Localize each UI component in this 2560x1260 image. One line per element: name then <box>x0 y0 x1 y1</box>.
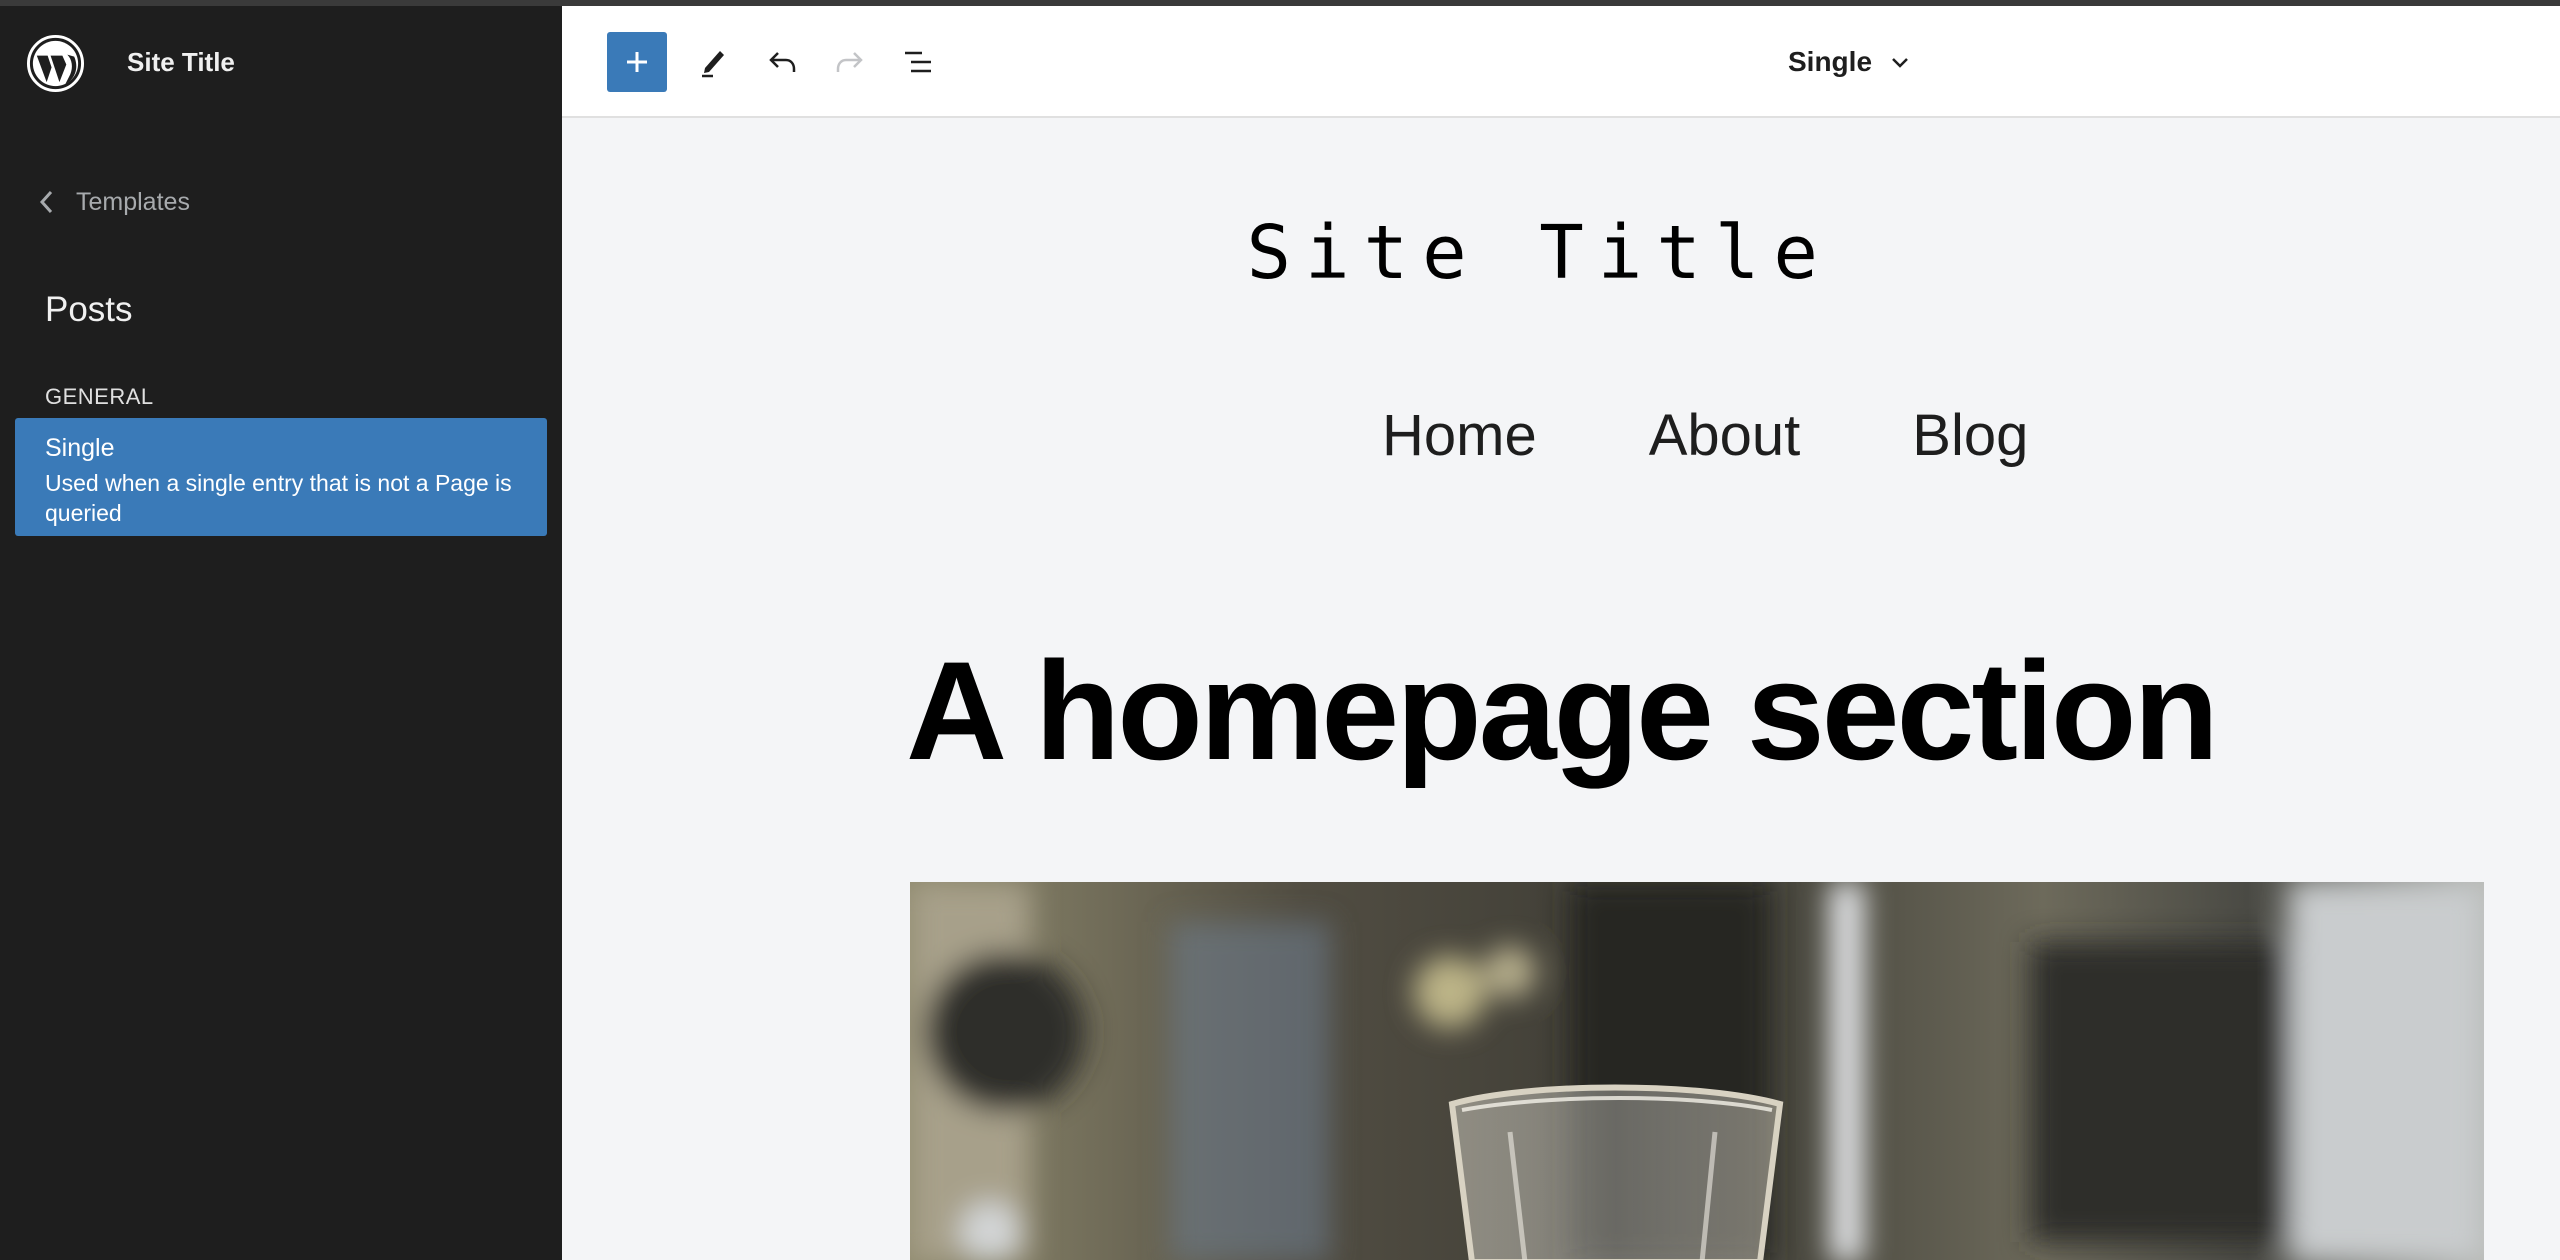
document-title-dropdown[interactable]: Single <box>1788 42 1914 82</box>
site-hub: Site Title <box>0 6 562 118</box>
canvas-site-title[interactable]: Site Title <box>562 210 1832 296</box>
template-item-single[interactable]: Single Used when a single entry that is … <box>15 418 547 536</box>
undo-icon <box>769 52 796 72</box>
hero-photo-glass <box>910 882 2484 1260</box>
plus-icon <box>627 52 647 72</box>
add-block-button[interactable] <box>607 32 667 92</box>
template-item-title: Single <box>45 434 115 462</box>
list-view-icon <box>905 51 931 73</box>
navigation-block[interactable]: Home About Blog <box>1382 402 2028 469</box>
site-title[interactable]: Site Title <box>127 47 235 78</box>
editor-area: Single Site Title Home About Blog A home… <box>562 6 2560 1260</box>
pencil-icon <box>702 51 724 78</box>
nav-item-home[interactable]: Home <box>1382 402 1537 469</box>
redo-icon <box>836 52 863 72</box>
hero-image[interactable] <box>910 882 2484 1260</box>
headline-block[interactable]: A homepage section <box>906 630 2219 792</box>
document-title: Single <box>1788 46 1873 77</box>
editor-canvas[interactable]: Site Title Home About Blog A homepage se… <box>562 120 2560 1260</box>
wordpress-logo-icon[interactable] <box>26 34 85 93</box>
editor-toolbar: Single <box>562 6 2560 118</box>
tools-button[interactable] <box>683 32 743 92</box>
nav-item-about[interactable]: About <box>1649 402 1801 469</box>
redo-button[interactable] <box>820 32 880 92</box>
sidebar-section-title: Posts <box>45 290 133 329</box>
chevron-left-icon <box>39 190 53 214</box>
site-editor-sidebar: Site Title Templates Posts GENERAL Singl… <box>0 6 562 1260</box>
template-group-label: GENERAL <box>45 384 154 409</box>
document-overview-button[interactable] <box>888 32 948 92</box>
chevron-down-icon <box>1892 58 1908 68</box>
undo-button[interactable] <box>752 32 812 92</box>
template-item-description: Used when a single entry that is not a P… <box>45 470 512 526</box>
back-label: Templates <box>76 187 190 216</box>
back-to-templates-button[interactable]: Templates <box>36 178 190 226</box>
nav-item-blog[interactable]: Blog <box>1912 402 2028 469</box>
